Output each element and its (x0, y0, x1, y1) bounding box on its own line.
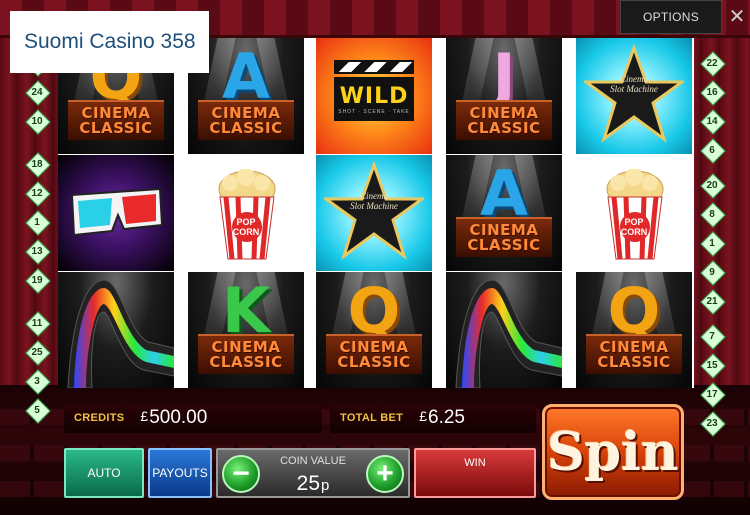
symbol-cinema-q: Q CINEMA CLASSIC (576, 272, 692, 388)
payouts-button[interactable]: PAYOUTS (148, 448, 212, 498)
payline-badge[interactable]: 24 (26, 81, 48, 103)
payline-badge[interactable]: 10 (26, 110, 48, 132)
payline-badge[interactable]: 6 (701, 139, 723, 161)
payline-badge[interactable]: 11 (26, 312, 48, 334)
payline-badge[interactable]: 13 (26, 240, 48, 262)
increase-coin-button[interactable]: + (366, 455, 404, 493)
payline-badge[interactable]: 14 (701, 110, 723, 132)
total-bet-display: TOTAL BET £6.25 (330, 403, 536, 433)
payline-badge[interactable]: 7 (701, 325, 723, 347)
win-label: WIN (464, 457, 486, 469)
plus-icon: + (376, 457, 394, 490)
spin-label: Spin (547, 421, 679, 483)
payline-badge[interactable]: 1 (26, 211, 48, 233)
payline-badge[interactable]: 12 (26, 182, 48, 204)
payline-badge[interactable]: 1 (701, 232, 723, 254)
symbol-cinema-k: K CINEMA CLASSIC (188, 272, 304, 388)
star-icon (584, 44, 684, 143)
symbol-popcorn: POP CORN (188, 155, 304, 271)
coin-value-control: − COIN VALUE 25p + (216, 448, 410, 498)
win-display: WIN (414, 448, 536, 498)
payline-indicators-left: 2 24 10 18 12 1 13 19 11 25 3 5 (26, 52, 48, 428)
symbol-film-strip (58, 272, 174, 388)
film-strip-icon (455, 279, 562, 388)
close-icon[interactable]: ✕ (726, 4, 748, 30)
payline-badge[interactable]: 21 (701, 290, 723, 312)
payline-badge[interactable]: 19 (26, 269, 48, 291)
symbol-film-strip (446, 272, 562, 388)
reel-grid: Q CINEMACLASSIC A CINEMACLASSIC POPCO (58, 38, 694, 388)
payline-badge[interactable]: 9 (701, 261, 723, 283)
popcorn-icon (606, 169, 664, 260)
payline-badge[interactable]: 23 (701, 412, 723, 434)
payline-badge[interactable]: 16 (701, 81, 723, 103)
payline-badge[interactable]: 8 (701, 203, 723, 225)
payline-badge[interactable]: 22 (701, 52, 723, 74)
symbol-star: Cinema Slot Machine (316, 155, 432, 271)
credits-value: £500.00 (140, 407, 208, 428)
symbol-cinema-q: Q CINEMA CLASSIC (316, 272, 432, 388)
popcorn-icon (218, 169, 276, 260)
payline-badge[interactable]: 15 (701, 354, 723, 376)
clapperboard-icon: WILD SHOT · SCENE · TAKE (334, 60, 414, 126)
credits-display: CREDITS £500.00 (64, 403, 322, 433)
payline-badge[interactable]: 17 (701, 383, 723, 405)
symbol-3d-glasses (58, 155, 174, 271)
symbol-star: Cinema Slot Machine (576, 38, 692, 154)
payline-badge[interactable]: 20 (701, 174, 723, 196)
payline-badge[interactable]: 5 (26, 399, 48, 421)
payline-badge[interactable]: 25 (26, 341, 48, 363)
spin-button[interactable]: Spin (542, 404, 684, 500)
options-button[interactable]: OPTIONS (620, 0, 722, 34)
symbol-wild: WILD SHOT · SCENE · TAKE (316, 38, 432, 154)
total-bet-value: £6.25 (419, 407, 465, 428)
payline-indicators-right: 22 16 14 6 20 8 1 9 21 7 15 17 23 (701, 52, 723, 441)
brand-box: Suomi Casino 358 (10, 11, 209, 73)
brand-name: Suomi Casino 358 (24, 30, 196, 53)
3d-glasses-icon (70, 187, 164, 237)
auto-button[interactable]: AUTO (64, 448, 144, 498)
film-strip-icon (67, 279, 174, 388)
credits-label: CREDITS (74, 412, 125, 424)
symbol-cinema-a: A CINEMA CLASSIC (446, 155, 562, 271)
symbol-cinema-j: J CINEMA CLASSIC (446, 38, 562, 154)
symbol-popcorn: POP CORN (576, 155, 692, 271)
payline-badge[interactable]: 18 (26, 153, 48, 175)
payline-badge[interactable]: 3 (26, 370, 48, 392)
star-icon (324, 161, 424, 260)
total-bet-label: TOTAL BET (340, 412, 404, 424)
